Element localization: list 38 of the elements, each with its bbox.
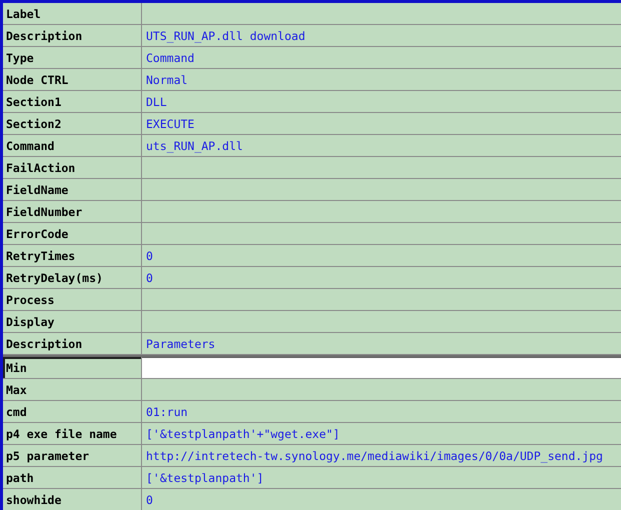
property-label: Command [3,135,142,156]
property-label: Section1 [3,91,142,112]
property-value: Parameters [145,336,216,352]
property-label: p4 exe file name [3,423,142,444]
property-label: Type [3,47,142,68]
property-value: 0 [145,492,154,508]
property-label: showhide [3,489,142,510]
property-value: http://intretech-tw.synology.me/mediawiki/images/0/0a/UDP_send.jpg [145,448,604,465]
property-label: Display [3,311,142,332]
property-value: DLL [145,94,168,110]
property-value: 0 [145,270,154,286]
property-label: Process [3,289,142,310]
property-label: RetryDelay(ms) [3,267,142,288]
property-label: ErrorCode [3,223,142,244]
property-label: Description [3,25,142,46]
property-value: ['&testplanpath'+"wget.exe"] [145,426,341,442]
property-value: Normal [145,72,189,88]
property-value: 0 [145,248,154,264]
property-label: FailAction [3,157,142,178]
property-value: UTS_RUN_AP.dll download [145,28,306,45]
value-input-field[interactable] [142,357,621,378]
property-label: FieldNumber [3,201,142,222]
property-value: Command [145,50,196,66]
property-label: Description [3,333,142,354]
property-value: EXECUTE [145,116,196,132]
property-label: p5 parameter [3,445,142,466]
property-value: uts_RUN_AP.dll [145,138,244,155]
property-label: FieldName [3,179,142,200]
property-label: cmd [3,401,142,422]
property-label: Max [3,379,142,400]
property-value: ['&testplanpath'] [145,470,265,486]
property-label: Section2 [3,113,142,134]
property-label: Min [3,357,142,378]
property-label: RetryTimes [3,245,142,266]
property-label: Node CTRL [3,69,142,90]
property-label: Label [3,3,142,24]
property-label: path [3,467,142,488]
property-value: 01:run [145,404,189,420]
